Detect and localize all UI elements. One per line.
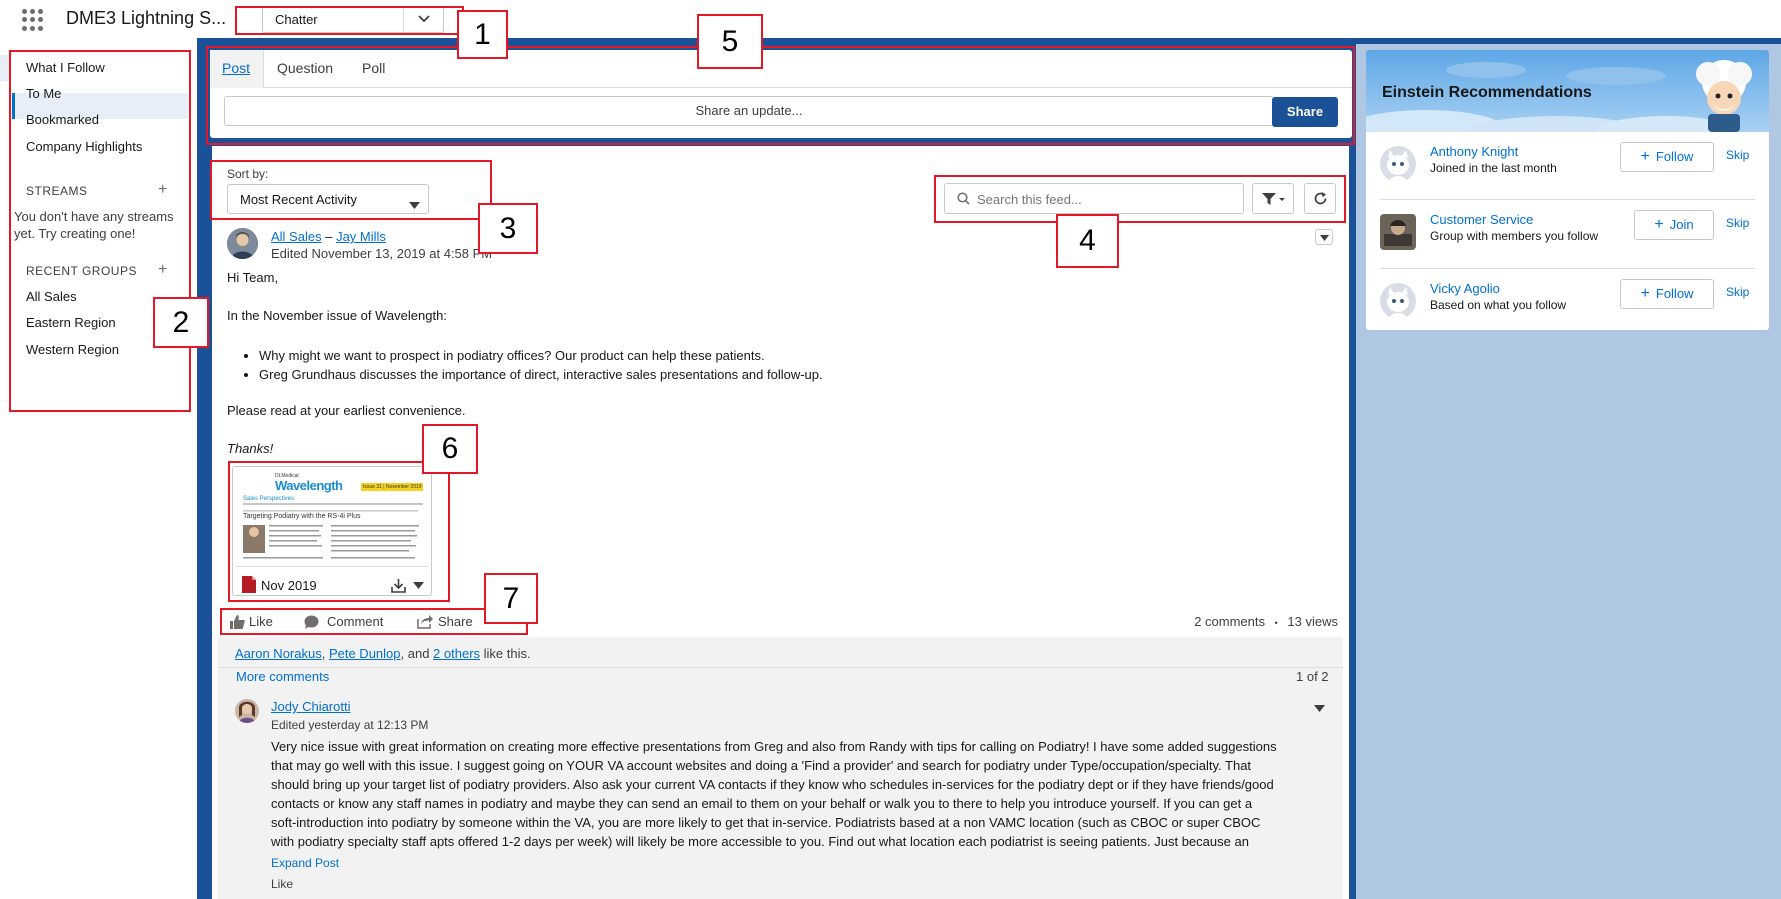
others-link[interactable]: 2 others [433,646,480,661]
comment-timestamp: Edited yesterday at 12:13 PM [271,718,429,732]
liker-link[interactable]: Pete Dunlop [329,646,401,661]
recommendation-name[interactable]: Customer Service [1430,212,1533,227]
comment-line: contacts or know any staff names in podi… [271,796,1253,811]
likes-summary: Aaron Norakus, Pete Dunlop, and 2 others… [235,646,531,661]
einstein-header: Einstein Recommendations [1366,50,1769,132]
app-launcher-icon[interactable] [22,9,44,31]
plus-icon: + [1640,148,1650,165]
join-button[interactable]: + Join [1634,210,1714,240]
callout-7: 7 [484,573,538,624]
comment-like-button[interactable]: Like [271,877,293,891]
annotation-outline-2 [9,50,191,412]
more-comments-link[interactable]: More comments [236,669,329,684]
callout-3: 3 [478,203,538,254]
recommendation-name[interactable]: Anthony Knight [1430,144,1518,159]
post-title-line: All Sales – Jay Mills [271,229,386,244]
callout-2: 2 [153,297,209,348]
recommendation-reason: Joined in the last month [1430,161,1557,175]
post-author-link[interactable]: Jay Mills [336,229,386,244]
comment-line: soft-introduction into podiatry by someo… [271,815,1261,830]
post-bullet: Why might we want to prospect in podiatr… [259,346,823,365]
einstein-recommendations-card: Einstein Recommendations Anthony Knight … [1366,50,1769,330]
callout-5: 5 [697,14,763,69]
comment-author[interactable]: Jody Chiarotti [271,699,350,714]
comments-count[interactable]: 2 comments [1194,614,1265,629]
comment-line: Very nice issue with great information o… [271,739,1277,754]
recommendation-item: Vicky Agolio Based on what you follow + F… [1366,269,1769,330]
likes-mid-text: , and [400,646,434,661]
post-group-link[interactable]: All Sales [271,229,322,244]
skip-link[interactable]: Skip [1726,148,1749,162]
einstein-mascot-icon [1696,60,1752,132]
avatar[interactable] [235,699,259,723]
divider [218,667,1343,668]
comment-menu-caret-icon[interactable] [1314,705,1325,712]
expand-post-link[interactable]: Expand Post [271,856,339,870]
post-closing: Please read at your earliest convenience… [227,403,466,418]
avatar[interactable] [1380,283,1416,319]
comment-author-link[interactable]: Jody Chiarotti [271,699,350,714]
recommendation-item: Customer Service Group with members you … [1366,200,1769,269]
post-intro: In the November issue of Wavelength: [227,308,447,323]
annotation-outline-7 [220,608,528,635]
callout-1: 1 [457,10,508,59]
annotation-outline-6 [228,461,450,602]
plus-icon: + [1640,285,1650,302]
skip-link[interactable]: Skip [1726,216,1749,230]
skip-link[interactable]: Skip [1726,285,1749,299]
post-bullet-list: Why might we want to prospect in podiatr… [259,346,823,384]
post-bullet: Greg Grundhaus discusses the importance … [259,365,823,384]
post-thanks: Thanks! [227,441,274,456]
follow-button-label: Follow [1655,286,1694,301]
callout-6: 6 [422,424,478,474]
app-name: DME3 Lightning S... [66,8,227,28]
recommendation-name[interactable]: Vicky Agolio [1430,281,1500,296]
views-count: 13 views [1287,614,1338,629]
post-actions-menu[interactable] [1315,229,1333,245]
annotation-outline-3 [210,160,492,220]
plus-icon: + [1654,216,1664,233]
post-timestamp: Edited November 13, 2019 at 4:58 PM [271,246,493,261]
post-stats: 2 comments • 13 views [1194,614,1338,629]
follow-button[interactable]: + Follow [1620,142,1714,172]
comments-section: Aaron Norakus, Pete Dunlop, and 2 others… [218,637,1343,899]
follow-button-label: Follow [1655,149,1694,164]
recommendation-reason: Based on what you follow [1430,298,1567,312]
join-button-label: Join [1669,217,1694,232]
annotation-outline-5 [206,46,1355,145]
avatar[interactable] [1380,146,1416,182]
comment-body: Very nice issue with great information o… [271,737,1331,851]
einstein-title: Einstein Recommendations [1382,84,1592,101]
post-title-separator: – [325,229,333,244]
recommendation-item: Anthony Knight Joined in the last month … [1366,132,1769,201]
annotation-outline-4 [934,175,1346,223]
comments-pager: 1 of 2 [1296,669,1329,684]
comment-line: should bring up your target list of podi… [271,777,1274,792]
liker-link[interactable]: Aaron Norakus [235,646,322,661]
avatar[interactable] [1380,214,1416,250]
post-greeting: Hi Team, [227,270,279,285]
follow-button[interactable]: + Follow [1620,279,1714,309]
annotation-outline-1 [235,6,464,35]
avatar[interactable] [227,228,258,259]
callout-4: 4 [1056,214,1119,268]
recommendation-reason: Group with members you follow [1430,229,1599,243]
comment-line: with podiatry specialty staff apts offer… [271,834,1249,849]
stats-separator: • [1274,618,1278,628]
comment-line: that may go well with this issue. I sugg… [271,758,1252,773]
likes-suffix: like this. [480,646,531,661]
caret-down-icon [1320,235,1329,241]
